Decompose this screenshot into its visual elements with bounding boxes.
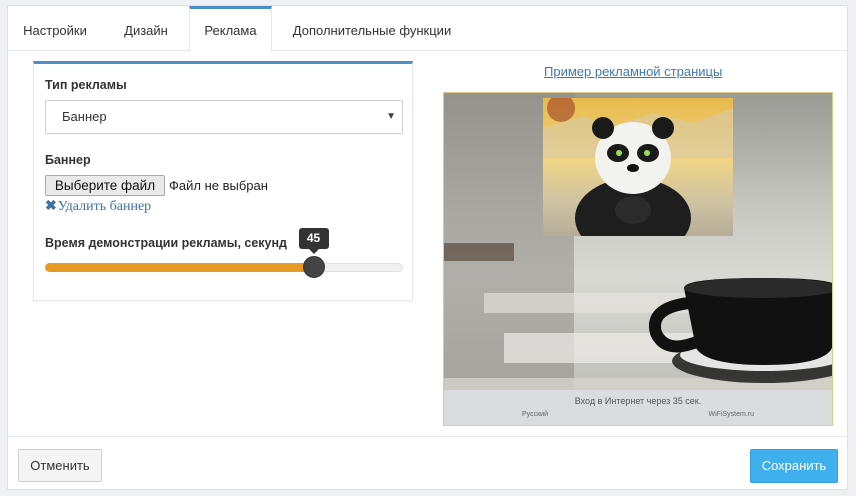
file-status: Файл не выбран	[169, 178, 268, 193]
remove-banner-text: Удалить баннер	[57, 199, 152, 214]
tab-advertising[interactable]: Реклама	[189, 6, 272, 52]
caret-down-icon: ▼	[386, 111, 396, 122]
ad-type-label: Тип рекламы	[45, 78, 127, 92]
banner-image	[543, 98, 733, 236]
close-icon: ✖	[45, 199, 57, 214]
ad-settings-card: Тип рекламы Баннер ▼ Баннер Выберите фай…	[33, 61, 413, 301]
panda-illustration	[543, 98, 733, 236]
tab-extra-functions[interactable]: Дополнительные функции	[280, 6, 464, 51]
duration-slider-fill	[45, 263, 314, 272]
settings-panel: Настройки Дизайн Реклама Дополнительные …	[7, 5, 848, 490]
tab-bar: Настройки Дизайн Реклама Дополнительные …	[8, 6, 847, 52]
tab-settings[interactable]: Настройки	[8, 6, 102, 51]
remove-banner-link[interactable]: ✖Удалить баннер	[45, 198, 151, 215]
choose-file-button[interactable]: Выберите файл	[45, 175, 165, 196]
banner-label: Баннер	[45, 153, 91, 167]
duration-label: Время демонстрации рекламы, секунд	[45, 236, 287, 250]
preview-language-selector: Русский	[522, 411, 548, 418]
duration-slider-handle[interactable]	[302, 256, 325, 278]
ad-page-example-link[interactable]: Пример рекламной страницы	[544, 64, 722, 79]
save-button[interactable]: Сохранить	[750, 449, 838, 483]
preview-info-bar: Вход в Интернет через 35 сек. Русский Wi…	[444, 390, 832, 425]
preview-brand-text: WiFiSystem.ru	[708, 411, 755, 418]
ad-page-preview: Вход в Интернет через 35 сек. Русский Wi…	[443, 92, 833, 426]
ad-type-selected-value: Баннер	[62, 109, 107, 124]
tab-design[interactable]: Дизайн	[108, 6, 184, 51]
duration-tooltip: 45	[298, 228, 329, 254]
preview-countdown-text: Вход в Интернет через 35 сек.	[574, 396, 702, 406]
footer-bar: Отменить Сохранить	[8, 436, 847, 490]
ad-type-select[interactable]: Баннер ▼	[45, 100, 403, 134]
cancel-button[interactable]: Отменить	[18, 449, 102, 482]
